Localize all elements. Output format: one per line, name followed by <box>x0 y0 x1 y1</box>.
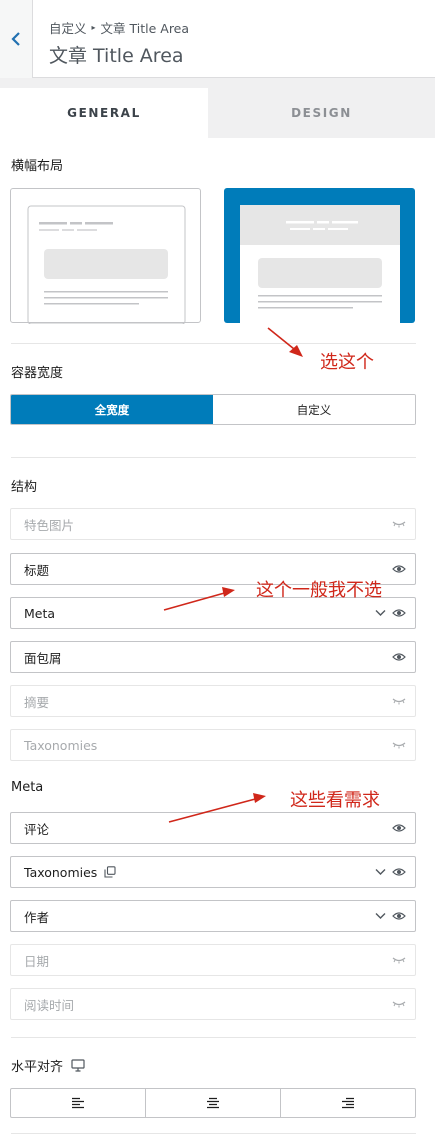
eye-closed-icon[interactable] <box>392 999 406 1009</box>
layout-fullwidth-illustration <box>240 205 400 323</box>
breadcrumb-separator-icon: ▸ <box>91 23 96 32</box>
annotation-arrow-icon <box>267 327 303 357</box>
back-button[interactable] <box>0 0 33 78</box>
meta-label: Meta <box>11 780 44 795</box>
container-width-toggle: 全宽度 自定义 <box>10 394 416 425</box>
breadcrumb-current: 文章 Title Area <box>100 21 190 36</box>
chevron-down-icon[interactable] <box>375 868 386 876</box>
item-label: 阅读时间 <box>24 997 75 1013</box>
align-right-button[interactable] <box>280 1089 415 1117</box>
eye-icon[interactable] <box>392 911 406 921</box>
annotation-arrow-icon <box>163 587 235 611</box>
container-width-label: 容器宽度 <box>11 366 64 381</box>
meta-item-reading-time[interactable]: 阅读时间 <box>10 988 416 1020</box>
eye-closed-icon[interactable] <box>392 696 406 706</box>
full-width-button[interactable]: 全宽度 <box>11 395 213 424</box>
chevron-down-icon[interactable] <box>375 609 386 617</box>
eye-icon[interactable] <box>392 564 406 574</box>
copy-icon[interactable] <box>104 866 116 878</box>
eye-closed-icon[interactable] <box>392 519 406 529</box>
section-divider <box>11 1037 416 1038</box>
eye-closed-icon[interactable] <box>392 740 406 750</box>
layout-label: 横幅布局 <box>11 159 64 174</box>
tab-general[interactable]: GENERAL <box>0 88 208 138</box>
annotation-choose-this: 选这个 <box>320 352 374 373</box>
layout-option-normal[interactable] <box>10 188 201 325</box>
desktop-icon[interactable] <box>71 1059 85 1072</box>
align-center-button[interactable] <box>145 1089 280 1117</box>
structure-item-featured-image[interactable]: 特色图片 <box>10 508 416 540</box>
layout-normal-illustration <box>27 205 186 325</box>
breadcrumb-root: 自定义 <box>49 21 87 36</box>
eye-icon[interactable] <box>392 823 406 833</box>
section-divider <box>11 457 416 458</box>
align-center-icon <box>207 1097 219 1109</box>
tabs-background <box>0 78 435 88</box>
eye-icon[interactable] <box>392 652 406 662</box>
align-left-button[interactable] <box>11 1089 145 1117</box>
item-label: 评论 <box>24 821 50 837</box>
align-right-icon <box>342 1097 354 1109</box>
customizer-header: 自定义 ▸ 文章 Title Area 文章 Title Area <box>0 0 435 78</box>
structure-item-taxonomies[interactable]: Taxonomies <box>10 729 416 761</box>
item-label: Meta <box>24 605 56 621</box>
item-label: Taxonomies <box>24 864 98 880</box>
alignment-label: 水平对齐 <box>11 1060 64 1075</box>
item-label: 特色图片 <box>24 517 75 533</box>
alignment-label-row: 水平对齐 <box>11 1056 85 1075</box>
eye-icon[interactable] <box>392 867 406 877</box>
item-label: 日期 <box>24 953 50 969</box>
chevron-down-icon[interactable] <box>375 912 386 920</box>
item-label: 标题 <box>24 562 50 578</box>
panel-tabs: GENERAL DESIGN <box>0 88 435 138</box>
item-label: 作者 <box>24 909 50 925</box>
meta-item-author[interactable]: 作者 <box>10 900 416 932</box>
custom-width-button[interactable]: 自定义 <box>213 395 415 424</box>
annotation-as-needed: 这些看需求 <box>290 790 380 811</box>
eye-closed-icon[interactable] <box>392 955 406 965</box>
section-divider <box>11 343 416 344</box>
structure-item-excerpt[interactable]: 摘要 <box>10 685 416 717</box>
item-label: 面包屑 <box>24 650 62 666</box>
tab-design[interactable]: DESIGN <box>208 88 435 138</box>
meta-item-taxonomies[interactable]: Taxonomies <box>10 856 416 888</box>
section-divider <box>11 1133 416 1134</box>
structure-label: 结构 <box>11 480 38 495</box>
annotation-arrow-icon <box>168 793 266 823</box>
chevron-left-icon <box>11 32 20 46</box>
item-label: 摘要 <box>24 694 50 710</box>
alignment-button-group <box>10 1088 416 1118</box>
meta-item-date[interactable]: 日期 <box>10 944 416 976</box>
breadcrumb: 自定义 ▸ 文章 Title Area <box>49 18 189 37</box>
item-label: Taxonomies <box>24 737 98 753</box>
eye-icon[interactable] <box>392 608 406 618</box>
structure-item-breadcrumb[interactable]: 面包屑 <box>10 641 416 673</box>
annotation-usually-skip: 这个一般我不选 <box>256 580 382 601</box>
page-title: 文章 Title Area <box>49 45 184 67</box>
layout-option-fullwidth[interactable] <box>224 188 415 323</box>
align-left-icon <box>72 1097 84 1109</box>
